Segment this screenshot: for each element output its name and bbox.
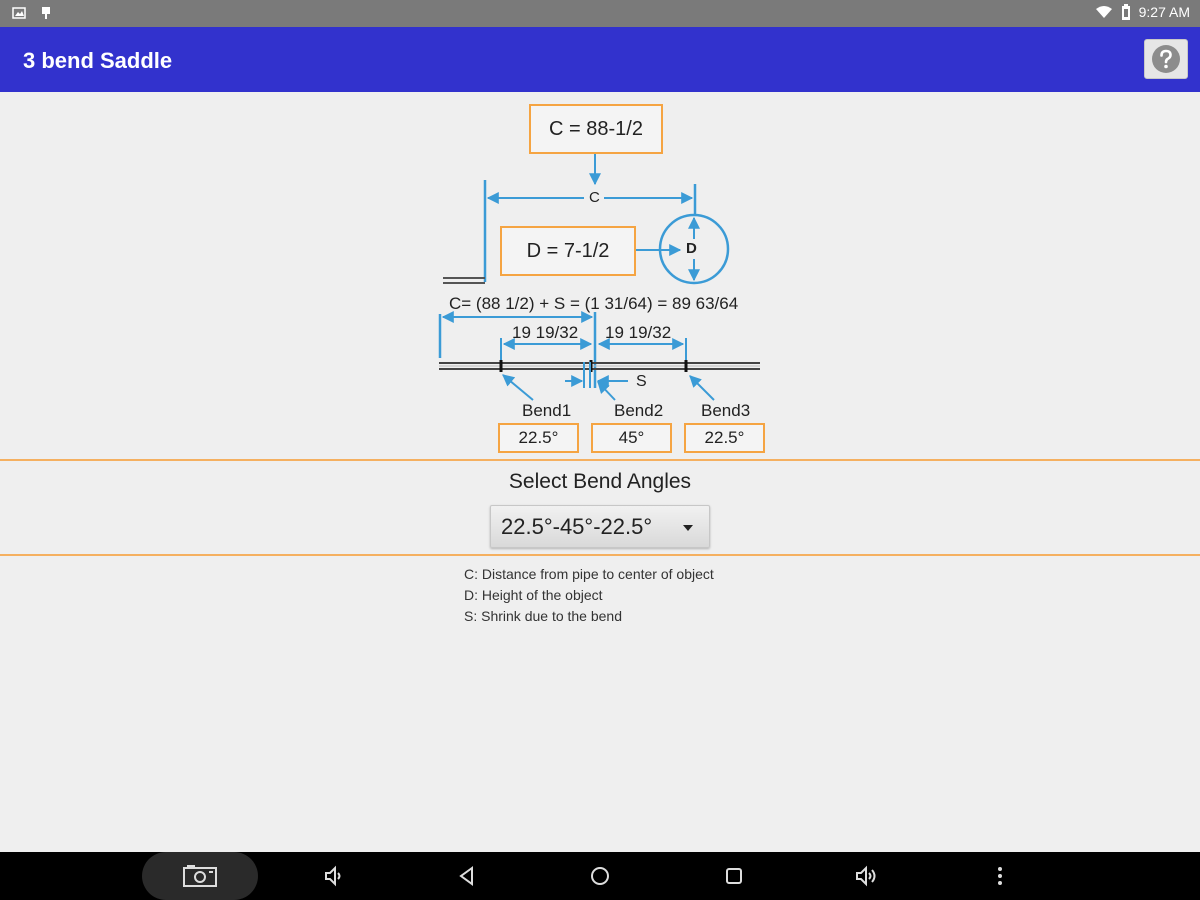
bend2-value-box: 45° [591, 423, 672, 453]
c-value-box: C = 88-1/2 [529, 104, 663, 154]
dim-right-label: 19 19/32 [605, 323, 672, 342]
bend3-value: 22.5° [704, 428, 745, 447]
help-button[interactable] [1144, 39, 1188, 79]
usb-debug-icon [42, 7, 50, 19]
menu-button[interactable] [985, 852, 1015, 900]
volume-up-button[interactable] [847, 852, 887, 900]
volume-down-icon [325, 865, 341, 887]
back-button[interactable] [447, 852, 487, 900]
c-dimension-label: C [587, 189, 602, 206]
legend-d: D: Height of the object [464, 587, 603, 603]
formula-text: C= (88 1/2) + S = (1 31/64) = 89 63/64 [449, 294, 739, 313]
status-bar: 9:27 AM [0, 0, 1200, 27]
dim-left-label: 19 19/32 [512, 323, 579, 342]
more-vert-icon [998, 867, 1002, 885]
camera-icon [183, 865, 217, 887]
battery-icon [1121, 4, 1130, 20]
home-button[interactable] [580, 852, 620, 900]
bend1-value: 22.5° [518, 428, 559, 447]
bend3-label: Bend3 [701, 401, 751, 420]
main-content: C = 88-1/2 C D = 7-1/2 D C= (88 1/2) + S… [0, 92, 1200, 852]
back-triangle-icon [459, 866, 473, 886]
legend-c: C: Distance from pipe to center of objec… [464, 566, 714, 582]
bend-angles-dropdown-value: 22.5°-45°-22.5° [501, 513, 653, 539]
d-value-box: D = 7-1/2 [500, 226, 636, 276]
clock: 9:27 AM [1138, 4, 1190, 20]
divider-bottom [0, 554, 1200, 556]
d-value: D = 7-1/2 [526, 239, 610, 262]
bend2-pointer [597, 381, 616, 401]
bend1-label: Bend1 [522, 401, 572, 420]
bend2-value: 45° [618, 428, 645, 447]
app-bar: 3 bend Saddle [0, 27, 1200, 92]
wifi-icon [1095, 6, 1112, 18]
volume-down-button[interactable] [314, 852, 354, 900]
c-value: C = 88-1/2 [549, 117, 643, 140]
bend1-pointer [502, 374, 534, 401]
bend3-pointer [689, 375, 715, 401]
recents-square-icon [726, 868, 742, 884]
bend1-value-box: 22.5° [498, 423, 579, 453]
app-title: 3 bend Saddle [23, 48, 173, 73]
legend-s: S: Shrink due to the bend [464, 608, 622, 624]
select-angles-label: Select Bend Angles [508, 470, 692, 493]
divider-top [0, 459, 1200, 461]
volume-up-icon [856, 865, 876, 887]
dropdown-caret-icon [683, 525, 693, 531]
d-dimension-label: D [686, 240, 697, 257]
bend3-value-box: 22.5° [684, 423, 765, 453]
s-label: S [636, 373, 647, 390]
screenshot-button[interactable] [142, 852, 258, 900]
question-mark-icon [1152, 45, 1180, 73]
home-circle-icon [591, 867, 609, 885]
navigation-bar [0, 852, 1200, 900]
recents-button[interactable] [714, 852, 754, 900]
image-notification-icon [12, 7, 26, 19]
bend-angles-dropdown[interactable]: 22.5°-45°-22.5° [490, 505, 710, 548]
bend2-label: Bend2 [614, 401, 664, 420]
